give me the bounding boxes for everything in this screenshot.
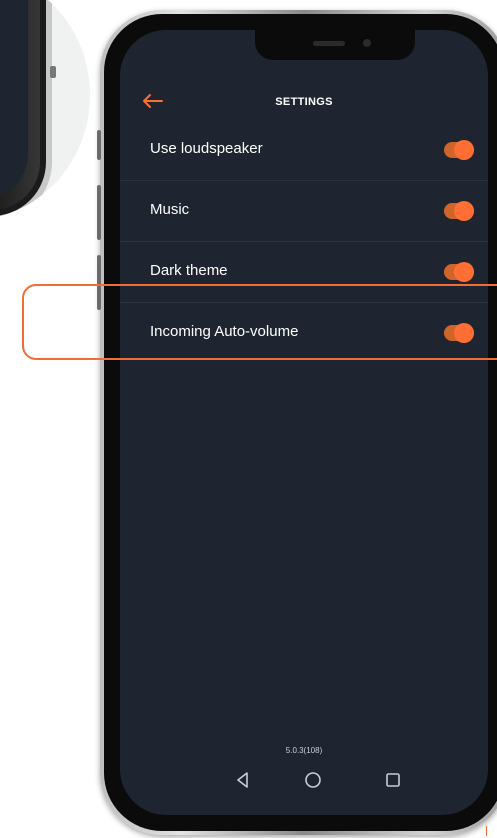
- screenshot-canvas: SETTINGS Use loudspeaker Music Dark them…: [0, 0, 497, 838]
- highlight-callout: [22, 284, 497, 360]
- corner-mark: [486, 826, 493, 836]
- notch: [255, 30, 415, 60]
- toggle-knob: [454, 262, 474, 282]
- triangle-back-icon[interactable]: [228, 765, 258, 795]
- setting-label: Dark theme: [150, 262, 228, 279]
- app-version: 5.0.3(108): [285, 746, 323, 755]
- android-nav-bar: [120, 765, 488, 795]
- square-recents-icon[interactable]: [378, 765, 408, 795]
- front-camera: [363, 39, 371, 47]
- phone-screen: SETTINGS Use loudspeaker Music Dark them…: [120, 30, 488, 815]
- earpiece-speaker: [313, 41, 345, 46]
- dark-theme-toggle[interactable]: [444, 262, 474, 282]
- loudspeaker-toggle[interactable]: [444, 140, 474, 160]
- setting-row-music: Music: [120, 181, 488, 242]
- toggle-knob: [454, 140, 474, 160]
- setting-row-loudspeaker: Use loudspeaker: [120, 120, 488, 181]
- phone-body: SETTINGS Use loudspeaker Music Dark them…: [104, 14, 497, 831]
- toggle-knob: [454, 201, 474, 221]
- circle-home-icon[interactable]: [298, 765, 328, 795]
- zoomed-phone-screen: [0, 0, 28, 198]
- phone-frame: SETTINGS Use loudspeaker Music Dark them…: [97, 10, 497, 835]
- silent-switch: [97, 130, 101, 160]
- zoomed-phone-frame: [0, 0, 56, 220]
- zoomed-phone-detail: [0, 0, 90, 220]
- volume-up-button: [97, 185, 101, 240]
- page-title: SETTINGS: [275, 96, 333, 108]
- setting-label: Use loudspeaker: [150, 140, 263, 157]
- music-toggle[interactable]: [444, 201, 474, 221]
- app-header: SETTINGS: [120, 88, 488, 118]
- setting-label: Music: [150, 201, 190, 218]
- zoomed-side-button: [50, 66, 56, 78]
